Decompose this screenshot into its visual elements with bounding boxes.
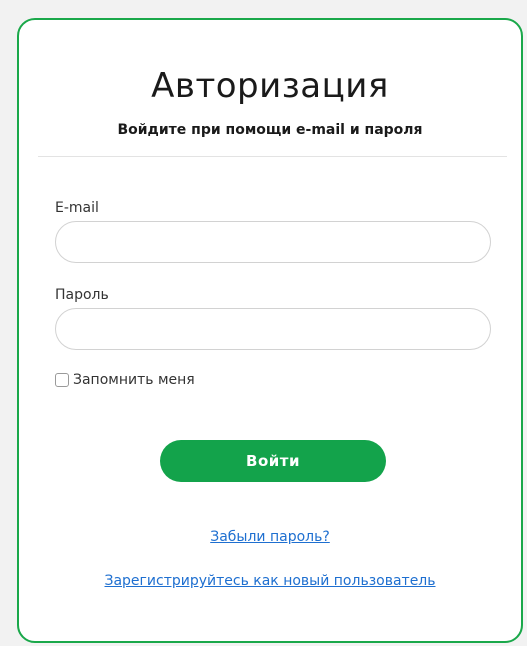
page-subtitle: Войдите при помощи e-mail и пароля	[117, 122, 423, 138]
email-label: E-mail	[55, 200, 99, 216]
email-field[interactable]	[55, 221, 491, 263]
password-field[interactable]	[55, 308, 491, 350]
remember-me[interactable]: Запомнить меня	[55, 372, 195, 388]
divider	[38, 156, 507, 157]
register-link[interactable]: Зарегистрируйтесь как новый пользователь	[19, 573, 521, 589]
page: Авторизация Войдите при помощи e-mail и …	[0, 0, 527, 646]
page-title: Авторизация	[151, 66, 389, 106]
password-label: Пароль	[55, 287, 109, 303]
login-card: Авторизация Войдите при помощи e-mail и …	[17, 18, 523, 643]
login-button[interactable]: Войти	[160, 440, 386, 482]
remember-checkbox[interactable]	[55, 373, 69, 387]
forgot-password-link[interactable]: Забыли пароль?	[19, 529, 521, 545]
remember-label: Запомнить меня	[73, 372, 195, 388]
